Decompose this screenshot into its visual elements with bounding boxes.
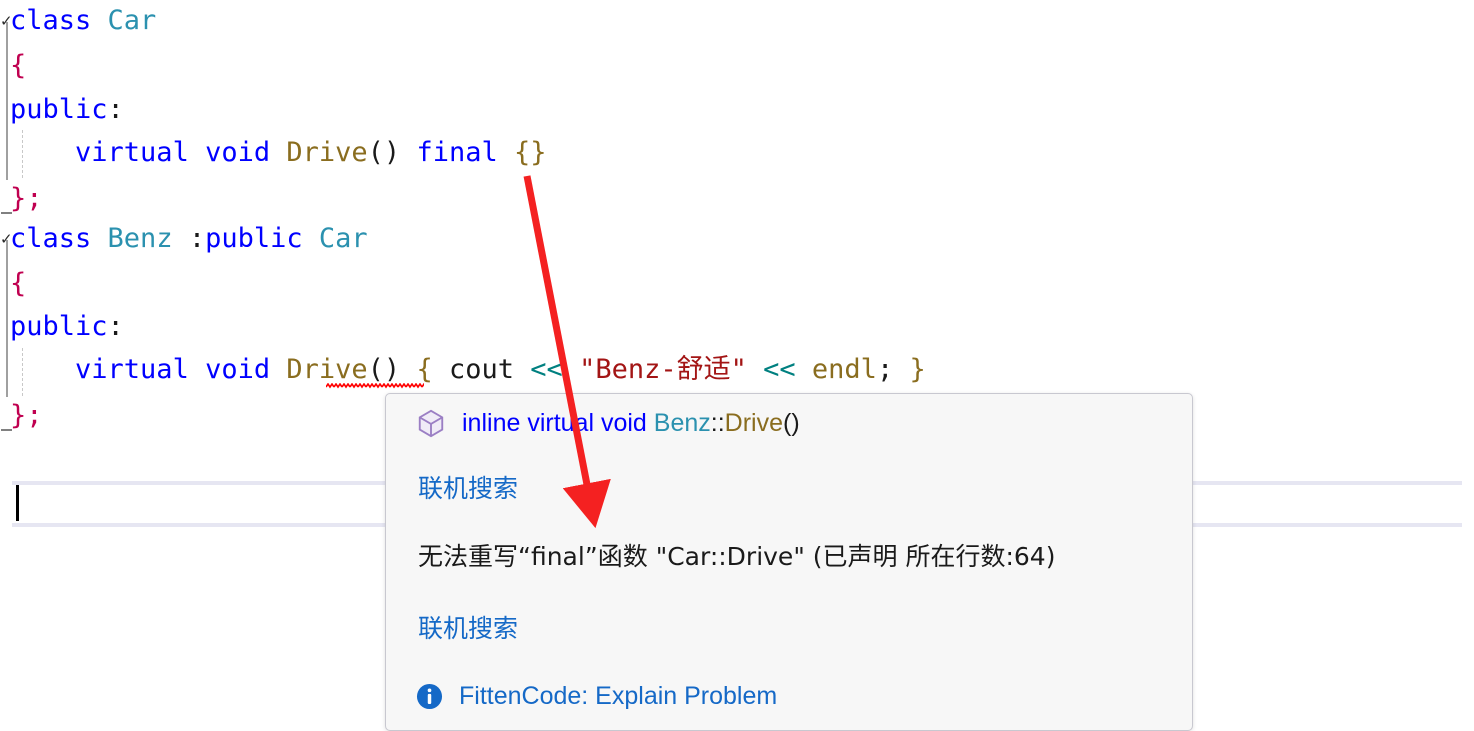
code-token: { <box>10 268 27 299</box>
code-token: Car <box>318 223 368 254</box>
quick-info-tooltip[interactable]: inline virtual void Benz::Drive() 联机搜索 无… <box>385 393 1193 731</box>
code-line[interactable]: public: <box>10 93 124 127</box>
error-squiggle-underline <box>326 383 424 389</box>
code-token: ; <box>26 183 43 214</box>
online-search-link-1[interactable]: 联机搜索 <box>418 469 518 505</box>
code-token: ; <box>26 400 43 431</box>
code-token: class <box>10 223 92 254</box>
tooltip-search-link-1-row[interactable]: 联机搜索 <box>418 469 1192 505</box>
cube-icon <box>416 408 446 438</box>
fitten-code-explain-problem-row[interactable]: FittenCode: Explain Problem <box>416 682 1192 711</box>
code-line[interactable]: virtual void Drive() { cout << "Benz-舒适"… <box>10 353 926 387</box>
code-line[interactable]: { <box>10 49 26 83</box>
code-token: } <box>909 354 926 385</box>
code-token: } <box>10 400 27 431</box>
code-token: public <box>10 311 108 342</box>
code-token: endl <box>811 354 877 385</box>
code-token: { <box>416 354 433 385</box>
indent-guide <box>22 130 24 178</box>
code-token: void <box>205 137 271 168</box>
code-token: : <box>188 223 206 254</box>
code-line[interactable]: class Benz :public Car <box>10 222 368 256</box>
code-line[interactable]: }; <box>10 182 43 216</box>
code-token: ; <box>876 354 894 385</box>
code-token: Drive <box>286 137 368 168</box>
code-token: public <box>10 94 108 125</box>
code-line[interactable]: { <box>10 267 26 301</box>
signature-token: inline virtual void <box>462 408 654 437</box>
code-token: public <box>205 223 303 254</box>
info-icon-svg <box>416 683 443 710</box>
code-line[interactable]: }; <box>10 399 43 433</box>
code-token: Drive <box>286 354 368 385</box>
signature-token: Drive <box>724 408 783 437</box>
code-token: {} <box>514 137 547 168</box>
signature-token: () <box>783 408 800 437</box>
code-token: "Benz-舒适" <box>579 354 747 385</box>
info-icon <box>416 683 443 710</box>
code-line[interactable]: public: <box>10 310 124 344</box>
tooltip-search-link-2-row[interactable]: 联机搜索 <box>418 609 1192 645</box>
code-token: Benz <box>107 223 173 254</box>
code-token: : <box>107 311 124 342</box>
code-token: } <box>10 183 27 214</box>
code-token: final <box>416 137 498 168</box>
code-token: () <box>367 354 401 385</box>
signature-token: Benz <box>653 408 711 437</box>
indent-guide <box>22 348 24 396</box>
code-token: << <box>763 354 796 385</box>
code-token: void <box>205 354 271 385</box>
text-caret <box>16 485 19 521</box>
code-token: Car <box>107 5 157 36</box>
online-search-link-2[interactable]: 联机搜索 <box>418 609 518 645</box>
code-token: virtual <box>75 137 189 168</box>
code-line[interactable]: class Car <box>10 4 156 38</box>
code-token: { <box>10 50 27 81</box>
tooltip-signature-row: inline virtual void Benz::Drive() <box>416 408 1192 438</box>
code-token: cout <box>448 354 515 385</box>
code-token: << <box>530 354 563 385</box>
error-message-text: 无法重写“final”函数 "Car::Drive" (已声明 所在行数:64) <box>418 542 1056 571</box>
tooltip-error-message-row: 无法重写“final”函数 "Car::Drive" (已声明 所在行数:64) <box>418 537 1192 573</box>
code-token: () <box>367 137 401 168</box>
cube-icon-svg <box>418 409 444 438</box>
code-token: : <box>107 94 124 125</box>
signature-token: :: <box>710 408 725 437</box>
tooltip-signature-text: inline virtual void Benz::Drive() <box>462 409 800 438</box>
fold-region-bar <box>6 22 8 180</box>
fold-region-bar <box>6 240 8 397</box>
code-line[interactable]: virtual void Drive() final {} <box>10 136 547 170</box>
code-token: class <box>10 5 92 36</box>
code-token: virtual <box>75 354 189 385</box>
fitten-code-label[interactable]: FittenCode: Explain Problem <box>459 682 777 711</box>
